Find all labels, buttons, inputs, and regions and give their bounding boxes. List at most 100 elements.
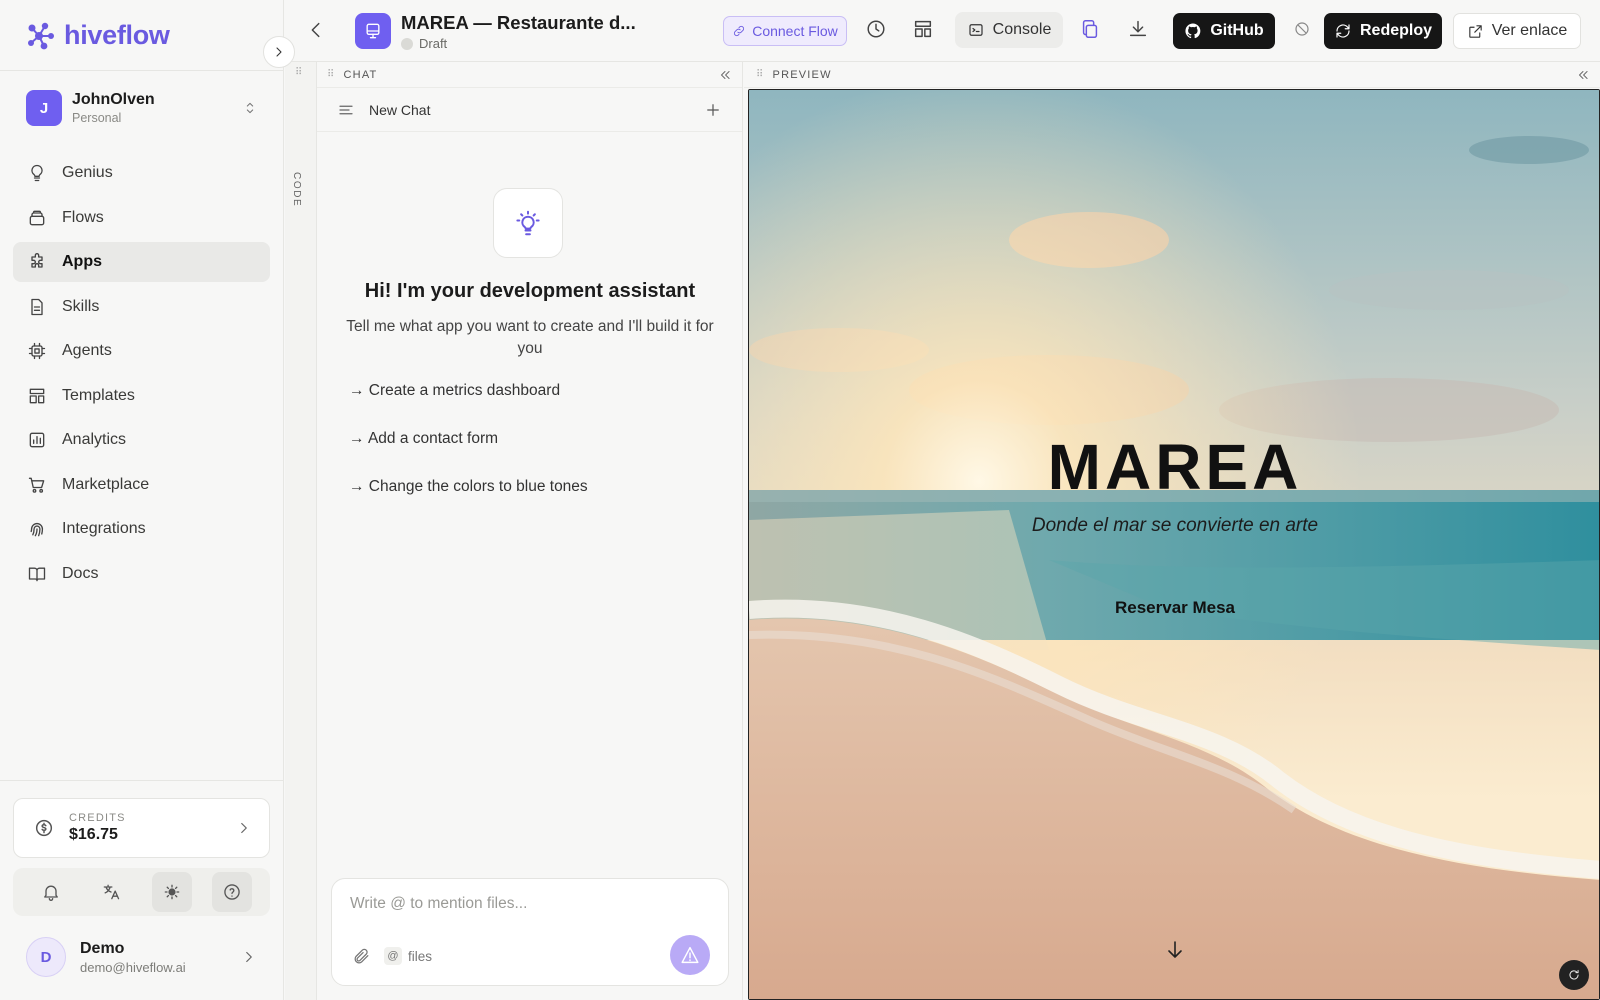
divider [0, 780, 284, 781]
credits-card[interactable]: CREDITS $16.75 [13, 798, 270, 858]
chat-composer: @ files [331, 878, 729, 986]
sidebar-item-genius[interactable]: Genius [13, 153, 270, 193]
sidebar-item-label: Genius [62, 164, 113, 181]
sidebar: hiveflow J JohnOlven Personal Genius Flo… [0, 0, 284, 1000]
sidebar-collapse-button[interactable] [263, 36, 295, 68]
language-button[interactable] [91, 872, 131, 912]
sidebar-item-label: Agents [62, 342, 112, 359]
refresh-icon [1336, 24, 1350, 38]
history-button[interactable] [865, 18, 887, 40]
sidebar-item-agents[interactable]: Agents [13, 331, 270, 371]
reservar-mesa-button[interactable]: Reservar Mesa [1090, 588, 1260, 628]
drag-handle-icon[interactable]: ⠿ [327, 69, 336, 80]
plus-icon[interactable] [704, 101, 722, 119]
connect-flow-button[interactable]: Connect Flow [723, 16, 847, 46]
monitor-icon [366, 23, 380, 39]
sidebar-item-label: Flows [62, 208, 104, 226]
sidebar-item-label: Integrations [62, 520, 146, 537]
preview-frame[interactable]: MAREA Donde el mar se convierte en arte … [748, 89, 1600, 1000]
mention-files-button[interactable]: @ files [384, 947, 432, 965]
chat-thread-title: New Chat [369, 101, 431, 118]
github-button[interactable]: GitHub [1173, 13, 1275, 49]
disable-button[interactable] [1293, 18, 1311, 38]
hero-title: MAREA [1047, 431, 1303, 503]
redeploy-label: Redeploy [1359, 22, 1432, 39]
sidebar-item-label: Templates [62, 386, 135, 404]
theme-toggle-button[interactable] [151, 872, 192, 912]
cpu-icon [28, 342, 46, 360]
sidebar-item-integrations[interactable]: Integrations [13, 509, 270, 549]
chat-panel-header: ⠿ CHAT [317, 62, 742, 88]
collapse-right-icon[interactable] [1576, 68, 1590, 82]
welcome-title: Hi! I'm your development assistant [364, 280, 696, 302]
hero-tagline: Donde el mar se convierte en arte [1031, 515, 1319, 536]
workspace-name: JohnOlven [72, 91, 155, 108]
chat-thread-header: New Chat [317, 88, 742, 132]
sidebar-item-templates[interactable]: Templates [13, 376, 270, 416]
sidebar-item-apps[interactable]: Apps [13, 242, 270, 282]
user-name: Demo [80, 939, 125, 957]
chat-input[interactable] [350, 895, 710, 913]
ver-enlace-button[interactable]: Ver enlace [1453, 13, 1581, 49]
sidebar-item-marketplace[interactable]: Marketplace [13, 465, 270, 505]
fingerprint-icon [30, 522, 44, 537]
code-rail[interactable]: ⠿ CODE [285, 62, 317, 1000]
user-email: demo@hiveflow.ai [80, 959, 186, 975]
suggestion-item[interactable]: → Change the colors to blue tones [333, 467, 727, 507]
send-button[interactable] [670, 935, 710, 975]
sidebar-item-docs[interactable]: Docs [13, 554, 270, 594]
at-icon: @ [384, 947, 402, 965]
help-button[interactable] [211, 872, 252, 912]
redeploy-button[interactable]: Redeploy [1324, 13, 1442, 49]
chevron-right-icon [246, 951, 252, 963]
project-title: MAREA — Restaurante d... [401, 12, 636, 33]
bell-icon [44, 885, 59, 901]
preview-panel-header: ⠿ PREVIEW [744, 62, 1600, 88]
preview-panel: ⠿ PREVIEW MAREA Donde el mar se conviert… [744, 62, 1600, 1000]
arrow-down-icon [1168, 941, 1182, 958]
status-label: Draft [419, 36, 448, 51]
workspace-switcher[interactable]: J JohnOlven Personal [16, 82, 268, 134]
menu-icon[interactable] [337, 101, 355, 119]
layout-button[interactable] [912, 18, 934, 40]
user-profile[interactable]: D Demo demo@hiveflow.ai [16, 932, 268, 982]
back-button[interactable] [305, 19, 327, 41]
suggestion-item[interactable]: → Add a contact form [333, 419, 727, 459]
utility-bar [13, 868, 270, 916]
download-button[interactable] [1127, 18, 1149, 40]
copy-button[interactable] [1079, 18, 1101, 40]
notifications-button[interactable] [31, 872, 71, 912]
logo[interactable]: hiveflow [26, 20, 170, 51]
welcome-subtitle: Tell me what app you want to create and … [346, 318, 714, 357]
github-label: GitHub [1210, 22, 1264, 39]
suggestion-item[interactable]: → Create a metrics dashboard [333, 371, 727, 411]
scroll-down-button[interactable] [1163, 938, 1187, 962]
preview-panel-label: PREVIEW [772, 68, 832, 81]
attach-button[interactable] [352, 947, 371, 966]
layout-icon [29, 388, 45, 403]
link-icon [734, 26, 745, 36]
drag-handle-icon[interactable]: ⠿ [756, 69, 765, 80]
sidebar-item-flows[interactable]: Flows [13, 198, 270, 238]
credits-amount: $16.75 [69, 826, 118, 843]
sidebar-item-label: Analytics [62, 431, 127, 448]
collapse-left-icon[interactable] [718, 68, 732, 82]
sidebar-item-analytics[interactable]: Analytics [13, 420, 270, 460]
clock-icon [867, 20, 885, 38]
reload-preview-button[interactable] [1559, 960, 1589, 990]
credits-label: CREDITS [69, 812, 126, 824]
chat-panel-label: CHAT [343, 68, 378, 81]
copy-icon [1082, 20, 1098, 38]
sidebar-item-skills[interactable]: Skills [13, 287, 270, 327]
console-button[interactable]: Console [955, 12, 1063, 48]
sun-icon [164, 884, 179, 900]
status-dot [401, 37, 413, 50]
divider [0, 70, 284, 71]
chevron-left-icon [311, 22, 320, 38]
chart-icon [29, 432, 45, 448]
drag-handle-icon[interactable]: ⠿ [295, 68, 302, 78]
external-link-icon [1468, 24, 1482, 38]
workspace-avatar: J [26, 90, 62, 126]
refresh-icon [1569, 969, 1579, 980]
code-rail-label: CODE [291, 172, 302, 208]
